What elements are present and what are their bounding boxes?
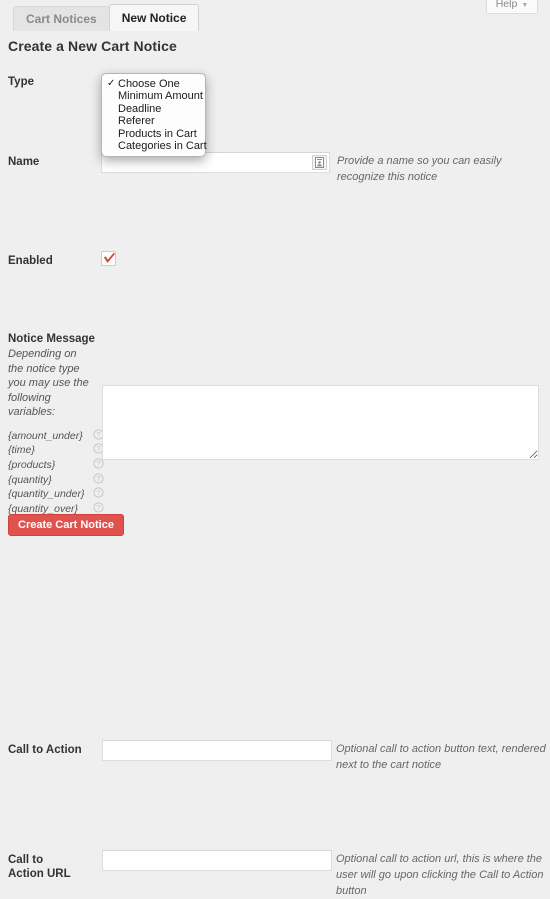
new-cart-notice-form: Type ✓ Choose One Minimum Amount Deadlin… xyxy=(0,72,550,520)
row-enabled: Enabled xyxy=(0,162,550,202)
type-option-label: Deadline xyxy=(118,103,161,115)
row-call-to-action: Call to Action Optional call to action b… xyxy=(0,402,550,460)
call-to-action-url-description: Optional call to action url, this is whe… xyxy=(336,851,548,899)
call-to-action-url-input[interactable] xyxy=(102,850,332,871)
label-type: Type xyxy=(8,75,94,89)
tab-bar: Cart Notices New Notice xyxy=(13,5,198,31)
type-select[interactable]: ✓ Choose One Minimum Amount Deadline Ref… xyxy=(101,72,205,93)
type-option-referer[interactable]: Referer xyxy=(102,115,205,127)
label-call-to-action-url: Call to Action URL xyxy=(8,853,78,881)
chevron-down-icon: ▼ xyxy=(521,2,528,9)
type-option-products-in-cart[interactable]: Products in Cart xyxy=(102,128,205,140)
tab-cart-notices[interactable]: Cart Notices xyxy=(13,6,110,31)
create-cart-notice-button[interactable]: Create Cart Notice xyxy=(8,514,124,536)
help-tab[interactable]: Help ▼ xyxy=(486,0,538,14)
type-option-deadline[interactable]: Deadline xyxy=(102,103,205,115)
call-to-action-description: Optional call to action button text, ren… xyxy=(336,741,546,773)
type-option-label: Categories in Cart xyxy=(118,140,207,152)
label-call-to-action: Call to Action xyxy=(8,743,94,757)
type-option-choose-one[interactable]: ✓ Choose One xyxy=(102,78,205,90)
row-type: Type ✓ Choose One Minimum Amount Deadlin… xyxy=(0,72,550,112)
row-call-to-action-url: Call to Action URL Optional call to acti… xyxy=(0,460,550,520)
type-option-label: Referer xyxy=(118,115,155,127)
type-option-minimum-amount[interactable]: Minimum Amount xyxy=(102,90,205,102)
call-to-action-url-field xyxy=(102,850,332,871)
tab-cart-notices-label: Cart Notices xyxy=(26,12,97,26)
call-to-action-field xyxy=(102,740,332,761)
row-name: Name Provide a name so you can easily re… xyxy=(0,112,550,162)
call-to-action-input[interactable] xyxy=(102,740,332,761)
type-option-label: Products in Cart xyxy=(118,128,197,140)
label-notice-message: Notice Message xyxy=(8,333,100,345)
help-tab-label: Help xyxy=(496,0,518,10)
checkmark-icon: ✓ xyxy=(107,78,115,90)
type-option-label: Choose One xyxy=(118,78,180,90)
row-notice-message: Notice Message Depending on the notice t… xyxy=(0,202,550,402)
type-option-categories-in-cart[interactable]: Categories in Cart xyxy=(102,140,205,152)
tab-new-notice[interactable]: New Notice xyxy=(109,4,200,31)
tab-new-notice-label: New Notice xyxy=(122,11,187,25)
page-title: Create a New Cart Notice xyxy=(8,38,177,54)
type-option-label: Minimum Amount xyxy=(118,90,203,102)
type-select-dropdown[interactable]: ✓ Choose One Minimum Amount Deadline Ref… xyxy=(101,73,206,157)
